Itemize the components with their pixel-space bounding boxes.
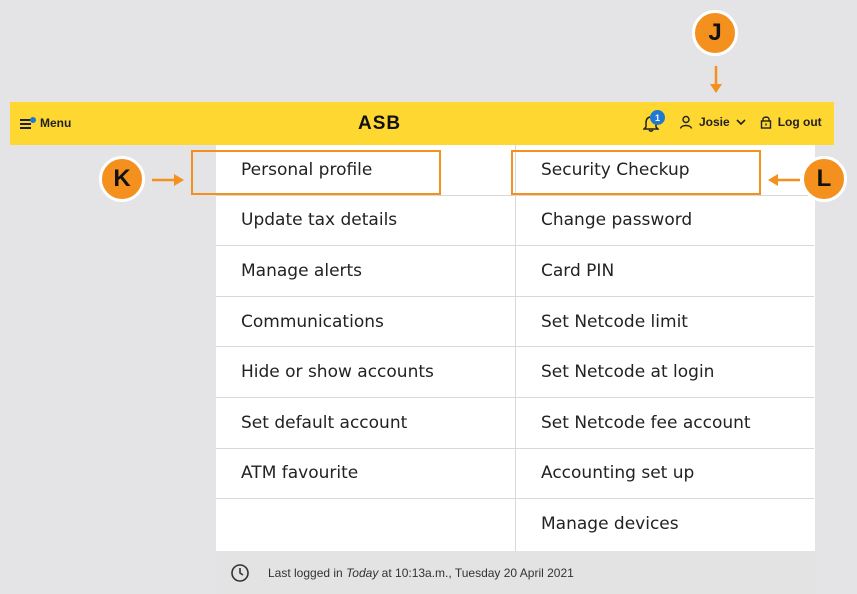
menu-item-accounting-set-up[interactable]: Accounting set up — [516, 449, 814, 500]
menu-column-right: Security Checkup Change password Card PI… — [515, 145, 814, 551]
user-menu-button[interactable]: Josie — [679, 115, 746, 129]
menu-item-communications[interactable]: Communications — [216, 297, 515, 348]
last-login-suffix: at 10:13a.m., Tuesday 20 April 2021 — [381, 565, 574, 580]
callout-l: L — [801, 156, 847, 202]
highlight-box-k — [191, 150, 441, 195]
profile-dropdown-menu: Personal profile Update tax details Mana… — [216, 145, 815, 551]
callout-k: K — [99, 156, 145, 202]
menu-column-left: Personal profile Update tax details Mana… — [216, 145, 515, 500]
logout-label: Log out — [777, 115, 822, 129]
menu-icon — [20, 117, 36, 129]
chevron-down-icon — [736, 119, 746, 126]
callout-k-label: K — [113, 165, 131, 192]
menu-item-card-pin[interactable]: Card PIN — [516, 246, 814, 297]
lock-icon — [760, 116, 771, 129]
arrow-k-icon — [152, 174, 184, 186]
menu-button[interactable]: Menu — [20, 116, 71, 130]
menu-item-set-default-account[interactable]: Set default account — [216, 398, 515, 449]
menu-item-change-password[interactable]: Change password — [516, 196, 814, 247]
callout-j: J — [692, 10, 738, 56]
menu-item-update-tax-details[interactable]: Update tax details — [216, 196, 515, 247]
notifications-button[interactable]: 1 — [643, 110, 665, 132]
user-name: Josie — [699, 115, 730, 129]
user-area: 1 Josie Log out — [643, 110, 822, 132]
user-icon — [679, 115, 693, 129]
arrow-j-icon — [710, 66, 722, 93]
highlight-box-l — [511, 150, 761, 195]
last-login-bar: Last logged in Today at 10:13a.m., Tuesd… — [216, 551, 815, 594]
callout-j-label: J — [708, 19, 722, 46]
last-login-today: Today — [346, 565, 379, 580]
arrow-l-icon — [768, 174, 800, 186]
menu-item-hide-show-accounts[interactable]: Hide or show accounts — [216, 347, 515, 398]
menu-label: Menu — [40, 116, 72, 130]
menu-item-atm-favourite[interactable]: ATM favourite — [216, 449, 515, 500]
menu-item-set-netcode-at-login[interactable]: Set Netcode at login — [516, 347, 814, 398]
menu-item-manage-alerts[interactable]: Manage alerts — [216, 246, 515, 297]
callout-l-label: L — [816, 165, 832, 192]
asb-logo[interactable]: ASB — [358, 113, 401, 135]
menu-item-set-netcode-limit[interactable]: Set Netcode limit — [516, 297, 814, 348]
menu-item-manage-devices[interactable]: Manage devices — [516, 499, 814, 550]
notification-badge: 1 — [650, 110, 665, 125]
logout-button[interactable]: Log out — [760, 115, 822, 129]
clock-icon — [231, 563, 249, 582]
last-login-prefix: Last logged in — [268, 565, 343, 580]
top-bar: Menu ASB 1 Josie Log out — [10, 102, 834, 145]
menu-item-set-netcode-fee-account[interactable]: Set Netcode fee account — [516, 398, 814, 449]
